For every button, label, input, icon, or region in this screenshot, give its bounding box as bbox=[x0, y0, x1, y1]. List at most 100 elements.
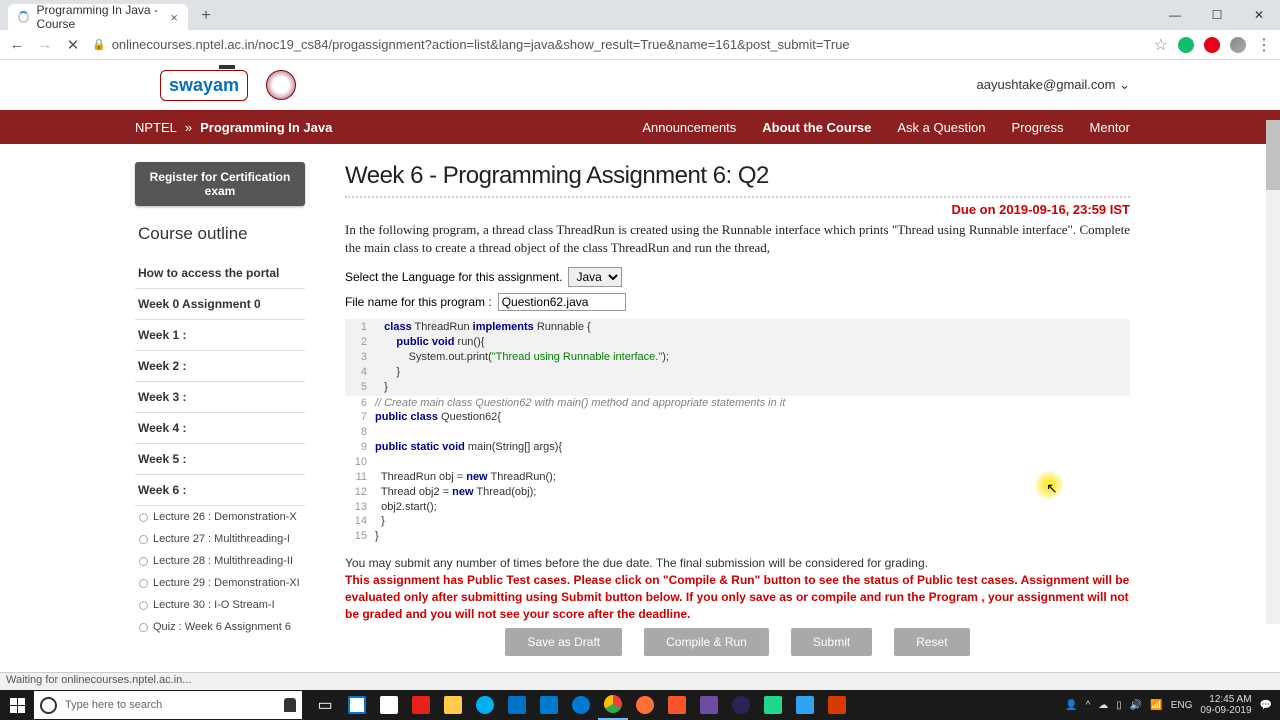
save-as-draft-button[interactable]: Save as Draft bbox=[505, 628, 622, 656]
browser-tab[interactable]: Programming In Java - Course × bbox=[8, 4, 188, 30]
code-line[interactable]: obj2.start(); bbox=[375, 500, 437, 515]
sidebar-item[interactable]: How to access the portal bbox=[135, 258, 305, 289]
nav-announcements[interactable]: Announcements bbox=[642, 120, 736, 135]
eclipse-icon[interactable] bbox=[726, 690, 756, 720]
line-number: 15 bbox=[345, 529, 375, 544]
task-view-icon[interactable]: ▭ bbox=[310, 690, 340, 720]
nav-about-the-course[interactable]: About the Course bbox=[762, 120, 871, 135]
menu-icon[interactable]: ⋮ bbox=[1256, 35, 1272, 55]
clock[interactable]: 12:45 AM 09-09-2019 bbox=[1200, 694, 1251, 716]
pycharm-icon[interactable] bbox=[758, 690, 788, 720]
language-indicator[interactable]: ENG bbox=[1171, 700, 1193, 711]
tray-chevron-icon[interactable]: ^ bbox=[1086, 700, 1091, 711]
swayam-logo[interactable]: swayam bbox=[160, 70, 248, 101]
mic-icon[interactable] bbox=[284, 698, 296, 712]
new-tab-button[interactable]: + bbox=[194, 4, 218, 28]
lecture-item[interactable]: Lecture 26 : Demonstration-X bbox=[135, 506, 305, 528]
office-icon[interactable] bbox=[822, 690, 852, 720]
sidebar-item[interactable]: Week 2 : bbox=[135, 351, 305, 382]
code-line[interactable]: } bbox=[375, 529, 379, 544]
sidebar-item[interactable]: Week 4 : bbox=[135, 413, 305, 444]
vscode-icon[interactable] bbox=[534, 690, 564, 720]
sidebar-item[interactable]: Week 6 : bbox=[135, 475, 305, 506]
maximize-button[interactable]: ☐ bbox=[1196, 0, 1238, 30]
line-number: 8 bbox=[345, 425, 375, 440]
line-number: 9 bbox=[345, 440, 375, 455]
code-line[interactable]: public class Question62{ bbox=[375, 410, 501, 425]
compile-run-button[interactable]: Compile & Run bbox=[644, 628, 769, 656]
divider bbox=[345, 196, 1130, 198]
chrome-icon[interactable] bbox=[598, 690, 628, 720]
user-email[interactable]: aayushtake@gmail.com ⌄ bbox=[977, 77, 1130, 93]
edge-icon[interactable] bbox=[566, 690, 596, 720]
star-icon[interactable]: ☆ bbox=[1154, 35, 1168, 55]
close-window-button[interactable]: ✕ bbox=[1238, 0, 1280, 30]
line-number: 13 bbox=[345, 500, 375, 515]
lecture-item[interactable]: Lecture 27 : Multithreading-I bbox=[135, 528, 305, 550]
outlook-icon[interactable] bbox=[502, 690, 532, 720]
nav-progress[interactable]: Progress bbox=[1012, 120, 1064, 135]
code-line[interactable]: Thread obj2 = new Thread(obj); bbox=[375, 485, 536, 500]
onedrive-icon[interactable]: ☁ bbox=[1098, 700, 1108, 711]
submit-button[interactable]: Submit bbox=[791, 628, 872, 656]
nav-mentor[interactable]: Mentor bbox=[1090, 120, 1130, 135]
code-line[interactable]: class ThreadRun implements Runnable { bbox=[375, 320, 591, 335]
address-bar[interactable]: 🔒 onlinecourses.nptel.ac.in/noc19_cs84/p… bbox=[92, 37, 1144, 52]
reset-button[interactable]: Reset bbox=[894, 628, 969, 656]
code-line[interactable]: } bbox=[375, 365, 400, 380]
code-line[interactable]: System.out.print("Thread using Runnable … bbox=[375, 350, 669, 365]
code-line[interactable]: public static void main(String[] args){ bbox=[375, 440, 562, 455]
line-number: 14 bbox=[345, 514, 375, 529]
lecture-item[interactable]: Lecture 28 : Multithreading-II bbox=[135, 550, 305, 572]
start-button[interactable] bbox=[0, 690, 34, 720]
taskbar-search[interactable]: Type here to search bbox=[34, 691, 302, 719]
code-line[interactable]: public void run(){ bbox=[375, 335, 484, 350]
line-number: 3 bbox=[345, 350, 375, 365]
scrollbar[interactable] bbox=[1266, 120, 1280, 624]
ext-icon-2[interactable] bbox=[1204, 37, 1220, 53]
code-line[interactable]: } bbox=[375, 514, 385, 529]
app-icon-2[interactable] bbox=[694, 690, 724, 720]
register-exam-button[interactable]: Register for Certification exam bbox=[135, 162, 305, 206]
app-icon-1[interactable] bbox=[406, 690, 436, 720]
line-number: 4 bbox=[345, 365, 375, 380]
profile-avatar-icon[interactable] bbox=[1230, 37, 1246, 53]
lecture-item[interactable]: Lecture 30 : I-O Stream-I bbox=[135, 594, 305, 616]
back-icon[interactable]: ← bbox=[8, 36, 26, 54]
volume-icon[interactable]: 🔊 bbox=[1130, 700, 1142, 711]
stop-reload-icon[interactable]: ✕ bbox=[64, 36, 82, 54]
store-icon[interactable] bbox=[342, 690, 372, 720]
sidebar-item[interactable]: Week 1 : bbox=[135, 320, 305, 351]
firefox-icon[interactable] bbox=[630, 690, 660, 720]
ext-icon-1[interactable] bbox=[1178, 37, 1194, 53]
line-number: 5 bbox=[345, 380, 375, 395]
sidebar-item[interactable]: Week 3 : bbox=[135, 382, 305, 413]
code-line[interactable]: // Create main class Question62 with mai… bbox=[375, 396, 785, 411]
code-line[interactable]: } bbox=[375, 380, 388, 395]
minimize-button[interactable]: — bbox=[1154, 0, 1196, 30]
sidebar-item[interactable]: Week 5 : bbox=[135, 444, 305, 475]
nav-ask-a-question[interactable]: Ask a Question bbox=[897, 120, 985, 135]
line-number: 2 bbox=[345, 335, 375, 350]
wifi-icon[interactable]: 📶 bbox=[1150, 700, 1162, 711]
mail-icon[interactable] bbox=[374, 690, 404, 720]
breadcrumb-course[interactable]: Programming In Java bbox=[200, 120, 332, 135]
skype-icon[interactable] bbox=[470, 690, 500, 720]
code-editor[interactable]: 1 class ThreadRun implements Runnable {2… bbox=[345, 319, 1130, 544]
breadcrumb-root[interactable]: NPTEL bbox=[135, 120, 177, 135]
lecture-item[interactable]: Quiz : Week 6 Assignment 6 bbox=[135, 616, 305, 638]
code-line[interactable]: ThreadRun obj = new ThreadRun(); bbox=[375, 470, 556, 485]
scrollbar-thumb[interactable] bbox=[1266, 120, 1280, 190]
sidebar-item[interactable]: Week 0 Assignment 0 bbox=[135, 289, 305, 320]
filename-input[interactable] bbox=[498, 293, 626, 311]
file-explorer-icon[interactable] bbox=[438, 690, 468, 720]
language-select[interactable]: Java bbox=[568, 267, 622, 287]
battery-icon[interactable]: ▯ bbox=[1116, 700, 1122, 711]
people-icon[interactable]: 👤 bbox=[1065, 700, 1077, 711]
brave-icon[interactable] bbox=[662, 690, 692, 720]
tab-close-icon[interactable]: × bbox=[170, 10, 178, 25]
lecture-item[interactable]: Lecture 29 : Demonstration-XI bbox=[135, 572, 305, 594]
due-date: Due on 2019-09-16, 23:59 IST bbox=[345, 202, 1130, 217]
notifications-icon[interactable]: 💬 bbox=[1260, 700, 1272, 711]
app-icon-3[interactable] bbox=[790, 690, 820, 720]
